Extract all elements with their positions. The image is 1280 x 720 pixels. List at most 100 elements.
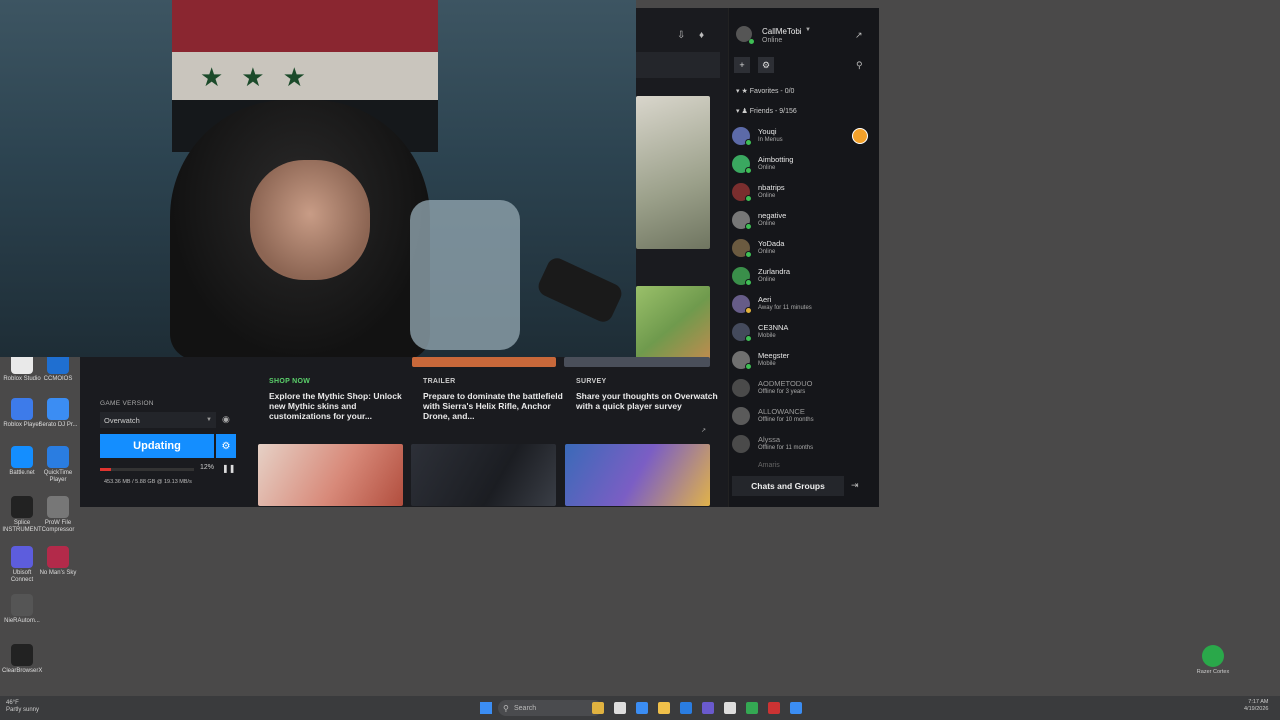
update-button[interactable]: Updating [100,434,214,458]
start-icon[interactable] [480,702,492,714]
friend-row[interactable]: Meegster Mobile [732,349,862,375]
popout-icon[interactable]: ↗ [855,30,863,41]
globe-icon[interactable]: ◉ [222,414,230,425]
card-thumbnail-survey[interactable] [564,357,710,367]
partial-friend-name: Amaris [758,462,780,469]
download-icon[interactable]: ⇩ [677,30,685,41]
user-status-dot [749,39,754,44]
download-progress-bar [100,468,194,471]
app-icon[interactable] [768,702,780,714]
pause-icon[interactable]: ❚❚ [222,464,235,473]
razer-cortex-icon[interactable] [1202,645,1224,667]
friend-row[interactable]: Alyssa Offline for 11 months [732,433,862,459]
add-friend-icon[interactable]: + [734,57,750,73]
desktop-icon[interactable]: Ubisoft Connect [2,546,42,584]
weather-desc: Partly sunny [6,707,40,713]
gear-icon[interactable]: ⚙ [216,434,236,458]
desktop-icon[interactable]: Splice INSTRUMENT [2,496,42,534]
friend-name: YoDada [758,239,785,248]
clock[interactable]: 7:17 AM 4/19/2026 [1244,699,1268,713]
desktop-icon[interactable]: ProW File Compressor [38,496,78,534]
desktop-icon-label: QuickTime Player [43,470,73,483]
chevron-down-icon: ▼ [206,417,212,423]
news-card-trailer[interactable]: TRAILER Prepare to dominate the battlefi… [423,378,569,421]
thumbnail-anime[interactable] [565,444,710,506]
app-icon[interactable] [724,702,736,714]
desktop-icon[interactable]: Battle.net [2,446,42,477]
card-title: Explore the Mythic Shop: Unlock new Myth… [269,391,402,421]
file-explorer-icon[interactable] [592,702,604,714]
desktop-icon-label: ProW File Compressor [41,520,75,533]
friend-status: Offline for 3 years [758,389,806,395]
friend-row[interactable]: Aimbotting Online [732,153,862,179]
desktop-icon[interactable]: QuickTime Player [38,446,78,484]
favorites-section[interactable]: ▾ ★ Favorites - 0/0 [736,87,794,95]
thumbnail-ui[interactable] [411,444,556,506]
chrome-icon[interactable] [746,702,758,714]
news-card-survey[interactable]: SURVEY Share your thoughts on Overwatch … [576,378,722,411]
taskbar-search[interactable]: ⚲ Search [498,700,602,716]
secondary-thumbnail[interactable] [636,286,710,366]
friend-status: Online [758,221,776,227]
download-speed: 453.36 MB / 5.88 GB @ 19.13 MB/s [104,479,192,485]
weather-widget[interactable]: 46°F Partly sunny [6,700,39,714]
friend-row[interactable]: Zurlandra Online [732,265,862,291]
friend-name: Zurlandra [758,267,791,276]
desktop-icon[interactable]: NieRAutom... [2,594,42,625]
friend-name: Aimbotting [758,155,794,164]
friend-row[interactable]: Aeri Away for 11 minutes [732,293,862,319]
friend-avatar [732,407,750,425]
desktop-icon[interactable]: Serato DJ Pr... [38,398,78,429]
chair-pillow [410,200,520,350]
friend-status-dot [745,167,752,174]
store-icon[interactable] [680,702,692,714]
friends-section[interactable]: ▾ ♟ Friends - 9/156 [736,107,797,115]
friend-status-dot [745,139,752,146]
friend-status: Offline for 11 months [758,445,814,451]
folder-icon[interactable] [658,702,670,714]
friend-status: In Menus [758,137,783,143]
friend-row[interactable]: YoDada Online [732,237,862,263]
friend-name: Youqi [758,127,777,136]
chevron-down-icon[interactable]: ▼ [805,27,811,33]
terminal-icon[interactable] [614,702,626,714]
app-icon[interactable] [702,702,714,714]
thumbnail-hero[interactable] [258,444,403,506]
card-tag: SURVEY [576,378,607,385]
bell-icon[interactable]: ♦ [699,30,704,41]
desktop-icon[interactable]: ClearBrowserX [2,644,42,675]
card-thumbnail-trailer[interactable] [412,357,556,367]
game-version-select[interactable]: Overwatch ▼ [100,412,216,428]
edge-icon[interactable] [636,702,648,714]
friend-row[interactable]: CE3NNA Mobile [732,321,862,347]
collapse-panel-icon[interactable]: ⇥ [851,480,859,491]
friend-name: AODMETODUO [758,379,813,388]
friend-avatar [732,379,750,397]
external-link-icon[interactable]: ↗ [701,427,706,434]
featured-thumbnail[interactable] [636,96,710,249]
friend-row[interactable]: Youqi In Menus [732,125,862,151]
webcam-overlay: ★★★ [0,0,636,357]
desktop-icon[interactable]: No Man's Sky [38,546,78,577]
person-face [250,160,370,280]
desktop-icon[interactable]: Roblox Player [2,398,42,429]
game-version-value: Overwatch [104,415,140,425]
friend-name: ALLOWANCE [758,407,805,416]
friend-row[interactable]: nbatrips Online [732,181,862,207]
friend-row[interactable]: AODMETODUO Offline for 3 years [732,377,862,403]
friend-status: Mobile [758,361,776,367]
friend-status: Online [758,249,776,255]
settings-icon[interactable]: ⚙ [758,57,774,73]
game-version-label: GAME VERSION [100,400,154,407]
username[interactable]: CallMeTobi [762,27,802,36]
news-card-shop[interactable]: SHOP NOW Explore the Mythic Shop: Unlock… [269,378,415,421]
app-icon [11,644,33,666]
friend-row[interactable]: negative Online [732,209,862,235]
friend-row[interactable]: ALLOWANCE Offline for 10 months [732,405,862,431]
battlenet-icon[interactable] [790,702,802,714]
app-icon [47,546,69,568]
chats-and-groups-button[interactable]: Chats and Groups [732,476,844,496]
friend-name: negative [758,211,787,220]
friend-avatar [732,435,750,453]
search-icon[interactable]: ⚲ [856,60,863,71]
